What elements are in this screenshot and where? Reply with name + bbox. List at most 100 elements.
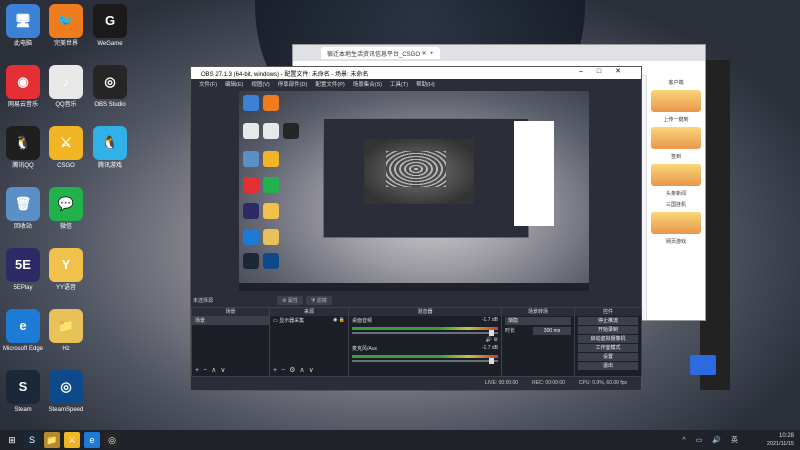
remove-icon[interactable]: − [203, 367, 211, 374]
desktop-icon[interactable]: 🐧 腾讯游戏 [82, 126, 138, 170]
obs-titlebar[interactable]: OBS 27.1.3 (64-bit, windows) - 配置文件: 未命名… [191, 67, 641, 79]
ad-banner[interactable] [651, 212, 701, 234]
tray-icons[interactable]: ^ ▭ 🔊 英 [683, 435, 742, 445]
menu-item[interactable]: 停靠部件(D) [278, 80, 308, 88]
volume-slider[interactable] [352, 330, 498, 336]
minimize-icon[interactable]: – [579, 68, 597, 75]
desktop-icon[interactable]: G WeGame [82, 4, 138, 48]
add-icon[interactable]: + [195, 367, 203, 374]
settings-button[interactable]: 设置 [578, 353, 638, 361]
menu-item[interactable]: 配置文件(P) [315, 80, 344, 88]
stop-stream-button[interactable]: 停止推流 [578, 317, 638, 325]
yy-icon: Y [49, 248, 83, 282]
side-item[interactable]: 网页游戏 [653, 238, 699, 245]
menu-item[interactable]: 工具(T) [390, 80, 408, 88]
menu-item[interactable]: 文件(F) [199, 80, 217, 88]
gear-icon[interactable]: ⚙ [494, 337, 498, 343]
menu-item[interactable]: 场景集合(S) [353, 80, 382, 88]
tab-properties-label: 属性 [287, 298, 298, 304]
lock-icon[interactable]: 🔒 [339, 317, 345, 323]
background-blue-button[interactable] [690, 355, 716, 375]
ad-banner[interactable] [651, 90, 701, 112]
csgo-taskbar-icon[interactable]: ⚔ [64, 432, 80, 448]
scenes-dock: 场景 场景 +−∧∨ [191, 307, 270, 377]
side-item[interactable]: 客户端 [653, 79, 699, 86]
desktop-icon-label: SteamSpeed [48, 407, 84, 413]
preview-qqmusic-icon [263, 123, 279, 139]
preview-netease-icon [243, 177, 259, 193]
maximize-icon[interactable]: □ [597, 68, 615, 75]
ad-banner[interactable] [651, 127, 701, 149]
preview-computer-icon [243, 95, 259, 111]
start-record-button[interactable]: 开始录制 [578, 326, 638, 334]
source-toolbar: 未选择源 [191, 295, 641, 305]
remove-icon[interactable]: − [281, 367, 289, 374]
edge-taskbar-icon[interactable]: e [84, 432, 100, 448]
preview-edge-icon [243, 229, 259, 245]
side-item[interactable]: 签到 [653, 153, 699, 160]
menu-item[interactable]: 编辑(E) [225, 80, 243, 88]
up-icon[interactable]: ∧ [299, 367, 308, 374]
clock-date: 2021/11/15 [766, 441, 794, 447]
virtual-camera-button[interactable]: 启动虚拟摄像机 [578, 335, 638, 343]
tab-properties[interactable]: ⚙ 属性 [277, 296, 303, 305]
mixer-channel-db: -1.7 dB [481, 317, 498, 323]
scene-item-label: 场景 [195, 318, 206, 324]
scene-item[interactable]: 场景 [192, 316, 269, 325]
preview-taskbar [239, 283, 589, 291]
down-icon[interactable]: ∨ [309, 367, 318, 374]
desktop-icon[interactable]: 💬 微信 [38, 187, 94, 231]
nested-obs-preview [323, 118, 529, 238]
obs-preview[interactable] [239, 91, 589, 291]
start-icon[interactable]: ⊞ [4, 432, 20, 448]
menu-item[interactable]: 帮助(H) [416, 80, 435, 88]
mixer-channel-db: -1.7 dB [481, 345, 498, 351]
close-icon[interactable]: ✕ [615, 68, 635, 75]
desktop-icon-label: WeGame [97, 41, 123, 47]
gear-icon[interactable]: ⚙ [289, 367, 299, 374]
speaker-icon[interactable]: 🔊 [486, 337, 492, 343]
desktop-icon[interactable]: ◎ OBS Studio [82, 65, 138, 109]
studio-mode-button[interactable]: 工作室模式 [578, 344, 638, 352]
preview-csgo-icon [263, 151, 279, 167]
browser-tab[interactable]: 宿迁本地生活资讯信息平台_CSGO ✕ + [321, 47, 440, 59]
desktop-icon[interactable]: 📁 Hz [38, 309, 94, 353]
audio-meter [352, 327, 498, 330]
wegame-icon: G [93, 4, 127, 38]
side-item[interactable]: 头条新闻 [653, 190, 699, 197]
obs-icon: ◎ [93, 65, 127, 99]
tab-filters[interactable]: ⧩ 滤镜 [305, 296, 332, 305]
desktop-icon[interactable]: ◎ SteamSpeed [38, 370, 94, 414]
add-icon[interactable]: + [273, 367, 281, 374]
source-item[interactable]: ▭ 显示器采集 ◉ 🔒 [270, 316, 348, 325]
obs-taskbar-icon[interactable]: ◎ [104, 432, 120, 448]
up-icon[interactable]: ∧ [211, 367, 220, 374]
volume-slider[interactable] [352, 358, 498, 364]
steam-taskbar-icon[interactable]: S [24, 432, 40, 448]
netease-music-icon: ◉ [6, 65, 40, 99]
exit-button[interactable]: 退出 [578, 362, 638, 370]
down-icon[interactable]: ∨ [220, 367, 229, 374]
controls-title: 控件 [575, 308, 641, 316]
sources-title: 来源 [270, 308, 348, 316]
tab-filters-label: 滤镜 [316, 298, 327, 304]
menu-item[interactable]: 视图(V) [251, 80, 269, 88]
qq-music-icon: ♪ [49, 65, 83, 99]
source-tabs: ⚙ 属性 ⧩ 滤镜 [277, 296, 335, 305]
eye-icon[interactable]: ◉ [333, 317, 337, 323]
explorer-icon[interactable]: 📁 [44, 432, 60, 448]
duration-field[interactable]: 300 ms [533, 327, 571, 335]
speed-icon: ◎ [49, 370, 83, 404]
transition-select[interactable]: 渐隐 [505, 317, 571, 325]
ad-banner[interactable] [651, 164, 701, 186]
side-item[interactable]: 三国挂机 [653, 201, 699, 208]
preview-folder-icon [263, 229, 279, 245]
clock-time: 10:28 [778, 433, 794, 439]
clock[interactable]: 10:28 2021/11/15 [767, 432, 794, 448]
tencent-game-icon: 🐧 [93, 126, 127, 160]
side-item[interactable]: 上传一键到 [653, 116, 699, 123]
obs-title: OBS 27.1.3 (64-bit, windows) - 配置文件: 未命名… [201, 71, 369, 78]
desktop-icon[interactable]: Y YY语音 [38, 248, 94, 292]
preview-yy-icon [263, 203, 279, 219]
computer-icon: 🖥 [6, 4, 40, 38]
